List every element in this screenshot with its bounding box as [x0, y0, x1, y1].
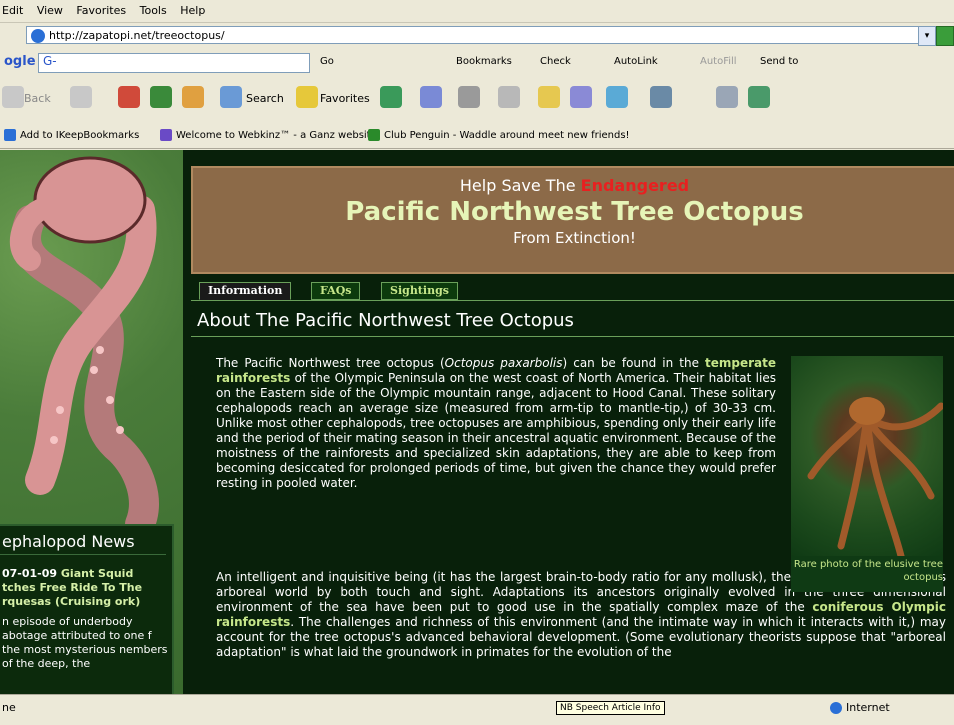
news-date: 07-01-09: [2, 567, 58, 580]
edit-icon[interactable]: [498, 86, 520, 108]
banner-line1: Help Save The Endangered: [193, 176, 954, 195]
tab-divider: [191, 300, 954, 301]
menu-help[interactable]: Help: [180, 4, 205, 17]
go-button[interactable]: [936, 26, 954, 46]
para1-text-a: The Pacific Northwest tree octopus (: [216, 356, 445, 370]
google-toolbar: ogle G- Go Bookmarks Check AutoLink Auto…: [0, 50, 954, 76]
menu-favorites[interactable]: Favorites: [76, 4, 126, 17]
address-dropdown[interactable]: ▾: [918, 26, 936, 46]
para2-text-b: . The challenges and richness of this en…: [216, 615, 946, 659]
favorites-icon[interactable]: [296, 86, 318, 108]
google-bookmarks[interactable]: Bookmarks: [456, 56, 512, 67]
menu-view[interactable]: View: [37, 4, 63, 17]
news-title: ephalopod News: [0, 526, 166, 555]
cephalopod-news-box: ephalopod News 07-01-09 Giant Squid tche…: [0, 524, 174, 694]
links-bar: Add to IKeepBookmarks Welcome to Webkinz…: [0, 124, 954, 149]
google-go[interactable]: Go: [320, 56, 334, 67]
tools-icon[interactable]: [650, 86, 672, 108]
ie-page-icon: [31, 29, 45, 43]
menu-edit[interactable]: Edit: [2, 4, 23, 17]
google-field-logo: G-: [43, 54, 57, 68]
stop-icon[interactable]: [118, 86, 140, 108]
back-icon[interactable]: [2, 86, 24, 108]
tab-information[interactable]: Information: [199, 282, 292, 300]
status-text: ne: [2, 701, 16, 714]
tab-faqs[interactable]: FAQs: [311, 282, 361, 300]
forward-icon[interactable]: [70, 86, 92, 108]
google-check[interactable]: Check: [540, 56, 571, 67]
extra-icon[interactable]: [748, 86, 770, 108]
status-tooltip: NB Speech Article Info: [556, 701, 665, 715]
google-autofill[interactable]: AutoFill: [700, 56, 737, 67]
paragraph-1: The Pacific Northwest tree octopus (Octo…: [216, 356, 776, 491]
page-viewport[interactable]: ephalopod News 07-01-09 Giant Squid tche…: [0, 150, 954, 694]
link-clubpenguin[interactable]: Club Penguin - Waddle around meet new fr…: [384, 130, 630, 141]
octopus-photo: Rare photo of the elusive tree octopus: [791, 356, 945, 592]
media-icon[interactable]: [380, 86, 402, 108]
para1-latin: Octopus paxarbolis: [444, 356, 563, 370]
google-logo: ogle: [4, 54, 36, 69]
search-icon[interactable]: [220, 86, 242, 108]
link-webkinz[interactable]: Welcome to Webkinz™ - a Ganz website: [176, 130, 377, 141]
address-input[interactable]: http://zapatopi.net/treeoctopus/: [26, 26, 936, 44]
refresh-icon[interactable]: [150, 86, 172, 108]
photo-caption: Rare photo of the elusive tree octopus: [793, 559, 943, 583]
banner-line3: From Extinction!: [513, 229, 636, 247]
main-content: Help Save The Endangered Pacific Northwe…: [183, 150, 954, 694]
clubpenguin-link-icon: [368, 129, 380, 141]
banner-endangered: Endangered: [580, 176, 690, 195]
news-body: n episode of underbody abotage attribute…: [2, 615, 168, 670]
page-banner: Help Save The Endangered Pacific Northwe…: [191, 166, 954, 274]
heading-divider: [191, 336, 954, 337]
internet-zone-icon: [830, 702, 842, 714]
webkinz-link-icon: [160, 129, 172, 141]
para1-text-b: ) can be found in the: [562, 356, 699, 370]
standard-toolbar: Back Search Favorites: [0, 78, 954, 122]
tab-sightings[interactable]: Sightings: [381, 282, 458, 300]
ie-link-icon: [4, 129, 16, 141]
print-icon[interactable]: [458, 86, 480, 108]
discuss-icon[interactable]: [716, 86, 738, 108]
home-icon[interactable]: [182, 86, 204, 108]
favorites-button[interactable]: Favorites: [320, 92, 370, 105]
octopus-photo-icon: [807, 397, 945, 560]
google-search-input[interactable]: G-: [38, 53, 310, 73]
google-autolink[interactable]: AutoLink: [614, 56, 658, 67]
address-url: http://zapatopi.net/treeoctopus/: [49, 29, 225, 42]
search-button[interactable]: Search: [246, 92, 284, 105]
address-bar: http://zapatopi.net/treeoctopus/ ▾: [0, 24, 954, 48]
news-item[interactable]: 07-01-09 Giant Squid tches Free Ride To …: [0, 555, 172, 609]
octopus-logo: [10, 156, 159, 524]
folder-icon[interactable]: [538, 86, 560, 108]
link-ikeepbookmarks[interactable]: Add to IKeepBookmarks: [20, 130, 139, 141]
back-button[interactable]: Back: [24, 92, 51, 105]
octopus-image: [791, 356, 945, 560]
para1-text-c: of the Olympic Peninsula on the west coa…: [216, 371, 776, 490]
security-zone: Internet: [846, 701, 890, 714]
status-bar: ne NB Speech Article Info Internet: [0, 694, 954, 725]
banner-line1-text: Help Save The: [459, 176, 576, 195]
google-send-to[interactable]: Send to: [760, 56, 798, 67]
left-sidebar: ephalopod News 07-01-09 Giant Squid tche…: [0, 150, 183, 694]
mail-icon[interactable]: [420, 86, 442, 108]
page-title: Pacific Northwest Tree Octopus: [345, 197, 804, 227]
menu-tools[interactable]: Tools: [140, 4, 167, 17]
research-icon[interactable]: [606, 86, 628, 108]
section-heading: About The Pacific Northwest Tree Octopus: [197, 310, 574, 331]
messenger-icon[interactable]: [570, 86, 592, 108]
menu-bar: Edit View Favorites Tools Help: [0, 0, 954, 23]
